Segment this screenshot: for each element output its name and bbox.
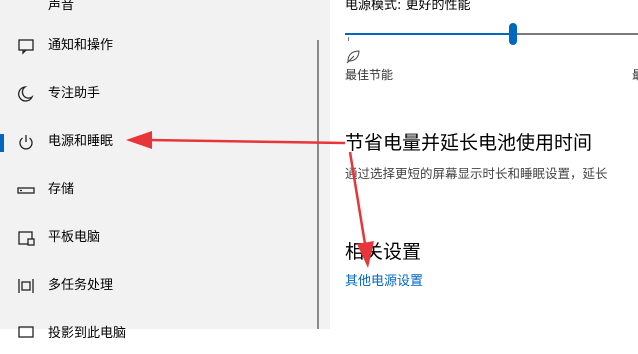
sidebar-item-label: 声音 xyxy=(48,0,75,13)
slider-fill xyxy=(345,33,513,35)
battery-section-title: 节省电量并延长电池使用时间 xyxy=(345,132,593,154)
other-power-settings-link[interactable]: 其他电源设置 xyxy=(345,273,423,291)
sidebar-item-label: 电源和睡眠 xyxy=(48,134,114,149)
power-mode-slider[interactable] xyxy=(345,22,638,46)
sidebar-item-label: 多任务处理 xyxy=(48,278,114,293)
sidebar-item-tablet[interactable]: 平板电脑 xyxy=(0,218,317,258)
multitasking-icon xyxy=(16,276,36,296)
power-sleep-page: 电源模式: 更好的性能 最佳节能 最 节省电量并延长电池使用时间 通过选择更短的… xyxy=(330,0,638,329)
tablet-icon xyxy=(16,228,36,248)
sidebar-item-label: 存储 xyxy=(48,182,75,197)
active-indicator xyxy=(0,134,4,152)
power-icon xyxy=(16,132,36,152)
projector-icon xyxy=(16,324,36,344)
sidebar-item-power-sleep[interactable]: 电源和睡眠 xyxy=(0,122,317,162)
related-settings-title: 相关设置 xyxy=(345,241,422,263)
sidebar-item-label: 专注助手 xyxy=(48,86,101,101)
slider-min-label: 最佳节能 xyxy=(345,68,394,82)
sidebar-item-project[interactable]: 投影到此电脑 xyxy=(0,314,317,354)
notification-icon xyxy=(16,36,36,56)
slider-thumb[interactable] xyxy=(509,23,517,45)
sidebar-item-label: 投影到此电脑 xyxy=(48,326,127,341)
battery-saver-leaf-icon xyxy=(345,48,361,64)
power-mode-label: 电源模式: 更好的性能 xyxy=(345,0,471,13)
settings-sidebar: 声音 通知和操作 专注助手 电源和睡眠 存储 平板电脑 多任务处理 投影到此电脑 xyxy=(0,0,330,341)
slider-max-label: 最 xyxy=(632,67,638,83)
slider-tick xyxy=(348,37,349,41)
sidebar-item-label: 通知和操作 xyxy=(48,38,114,53)
battery-section-description: 通过选择更短的屏幕显示时长和睡眠设置，延长 xyxy=(345,166,608,181)
sidebar-item-label: 平板电脑 xyxy=(48,230,101,245)
sidebar-item-notifications[interactable]: 通知和操作 xyxy=(0,26,317,66)
sidebar-item-storage[interactable]: 存储 xyxy=(0,170,317,210)
storage-icon xyxy=(16,180,36,200)
sidebar-scrollbar[interactable] xyxy=(317,40,319,329)
sidebar-item-multitasking[interactable]: 多任务处理 xyxy=(0,266,317,306)
moon-icon xyxy=(16,84,36,104)
sidebar-item-focus-assist[interactable]: 专注助手 xyxy=(0,74,317,114)
